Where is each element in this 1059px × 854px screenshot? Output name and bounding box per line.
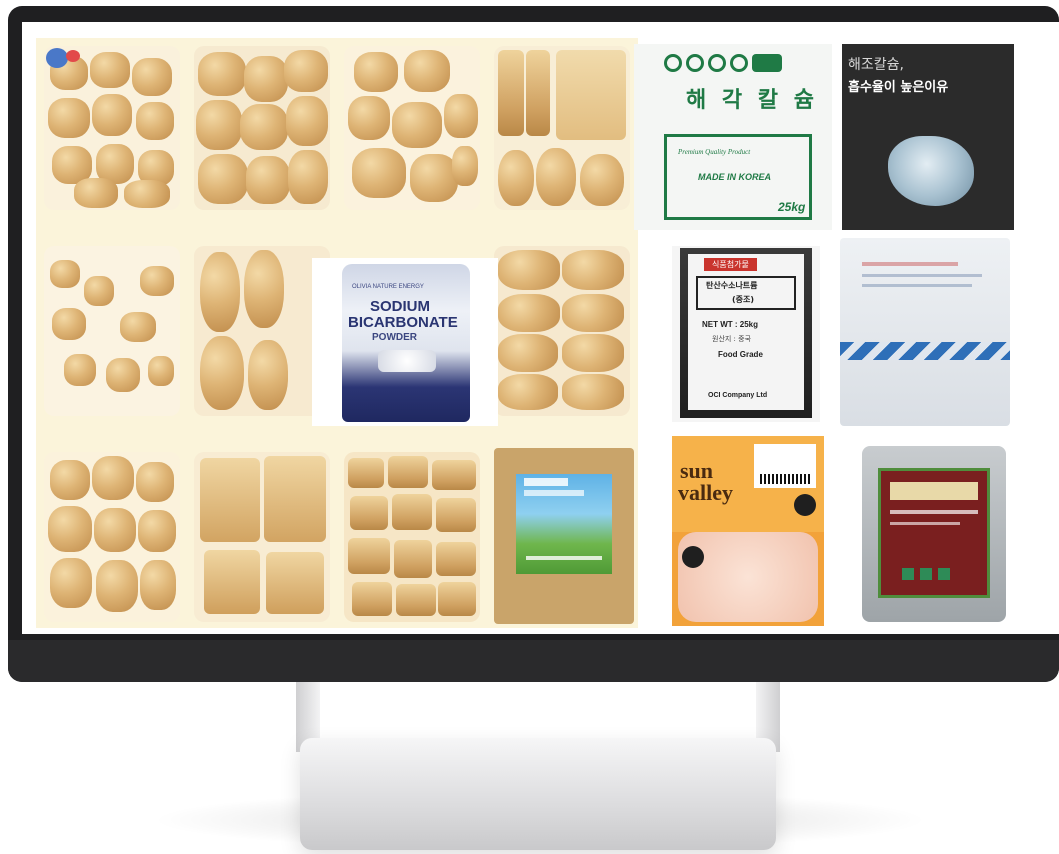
snack-photo	[344, 452, 480, 622]
snack-photo	[194, 46, 330, 210]
seaweed-calcium-card: 해조칼슘, 흡수율이 높은이유	[842, 44, 1014, 230]
snack-photo	[194, 452, 330, 622]
snack-photo	[344, 46, 480, 210]
oci-origin: 원산지 : 중국	[712, 335, 752, 343]
oci-grade: Food Grade	[718, 350, 763, 359]
oci-bicarbonate-bag: 식품첨가물 탄산수소나트륨 (중조) NET WT : 25kg 원산지 : 중…	[672, 246, 820, 422]
monitor-chin	[8, 640, 1059, 682]
stand-base	[300, 738, 776, 850]
oci-product-sub: (중조)	[732, 295, 755, 304]
snack-photo	[494, 246, 630, 416]
calcium-title: 해 각 칼 슘	[686, 88, 818, 113]
calcium-bag: 해 각 칼 슘 Premium Quality Product MADE IN …	[634, 44, 832, 230]
monitor-screen: OLIVIA NATURE ENERGY SODIUM BICARBONATE …	[22, 22, 1059, 634]
oci-product-name: 탄산수소나트륨	[706, 281, 758, 290]
sodium-bicarbonate-pouch: OLIVIA NATURE ENERGY SODIUM BICARBONATE …	[312, 258, 498, 426]
white-sack	[832, 234, 1018, 430]
snack-photo	[494, 46, 630, 210]
seaweed-line2: 흡수율이 높은이유	[848, 80, 949, 95]
snack-photo	[194, 246, 330, 416]
calcium-weight: 25kg	[778, 200, 806, 214]
bicarb-line1: SODIUM	[370, 298, 430, 315]
bicarb-brand: OLIVIA NATURE ENERGY	[352, 284, 424, 290]
seaweed-line1: 해조칼슘,	[848, 57, 904, 73]
oci-net-weight: NET WT : 25kg	[702, 320, 759, 329]
snack-photo	[44, 452, 180, 622]
sun-valley-chicken-pack: sun valley	[672, 436, 824, 626]
oci-company: OCI Company Ltd	[708, 392, 768, 399]
monitor-scene: OLIVIA NATURE ENERGY SODIUM BICARBONATE …	[0, 0, 1059, 854]
calcium-made-in: MADE IN KOREA	[698, 172, 772, 182]
snack-photo	[44, 46, 180, 210]
bicarb-line3: POWDER	[372, 332, 417, 343]
calcium-label1: Premium Quality Product	[678, 148, 751, 156]
bicarb-line2: BICARBONATE	[348, 314, 458, 331]
kraft-pouch-photo	[494, 448, 634, 624]
snack-photo	[44, 246, 180, 416]
logo-circles	[664, 54, 782, 72]
oci-header: 식품첨가물	[704, 258, 757, 271]
kappa-carrageenan-pouch	[856, 442, 1012, 628]
sunvalley-brand-2: valley	[678, 480, 733, 505]
